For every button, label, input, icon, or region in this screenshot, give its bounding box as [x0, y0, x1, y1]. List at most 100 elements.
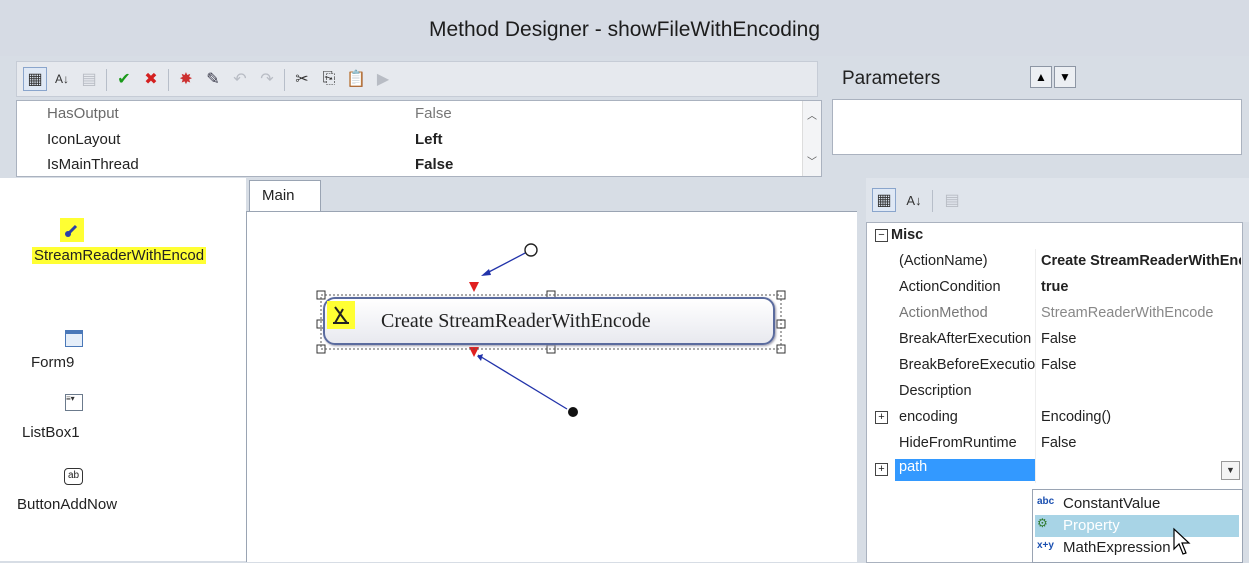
property-grid-toolbar: ▦ A↓ ▤ [866, 178, 1249, 222]
method-prop-row[interactable]: IconLayout Left [17, 131, 807, 153]
property-row[interactable]: + encoding Encoding() [867, 405, 1242, 431]
listbox-icon: ≡▾ [65, 394, 83, 411]
math-expression-icon: x+y [1037, 540, 1054, 551]
undo-icon[interactable]: ↶ [228, 67, 252, 91]
property-value[interactable]: False [1041, 357, 1241, 373]
property-value[interactable]: Encoding() [1041, 409, 1241, 425]
dropdown-item-label: Property [1063, 517, 1120, 534]
method-props-scrollbar[interactable]: ︿ ﹀ [802, 101, 821, 176]
prop-name: HasOutput [47, 105, 119, 122]
expand-icon[interactable]: + [875, 463, 888, 476]
abc-icon: abc [1037, 496, 1055, 507]
property-pages-icon[interactable]: ▤ [77, 67, 101, 91]
method-properties: HasOutput False IconLayout Left IsMainTh… [16, 100, 822, 177]
property-row[interactable]: Description [867, 379, 1242, 405]
window-title: Method Designer - showFileWithEncoding [0, 0, 1249, 56]
toolbox-item-streamreader[interactable]: StreamReaderWithEncod [32, 247, 207, 264]
toolbar-separator [284, 69, 285, 91]
categorized-icon[interactable]: ▦ [872, 188, 896, 212]
end-port-icon [568, 407, 578, 417]
action-node[interactable]: Create StreamReaderWithEncode [323, 297, 775, 345]
scroll-up-icon[interactable]: ︿ [807, 107, 817, 122]
prop-value: False [415, 156, 454, 173]
dropdown-item-mathexpression[interactable]: x+y MathExpression [1035, 537, 1239, 559]
property-value[interactable]: False [1041, 331, 1241, 347]
column-divider[interactable] [1035, 249, 1036, 483]
wand-icon[interactable]: ✎ [201, 67, 225, 91]
incoming-connector-line [484, 250, 530, 275]
property-name: BreakBeforeExecution [899, 357, 1035, 373]
toolbar-separator [106, 69, 107, 91]
sort-alpha-icon[interactable]: A↓ [50, 67, 74, 91]
method-prop-row[interactable]: IsMainThread False [17, 156, 807, 176]
copy-icon[interactable]: ⎘ [317, 67, 341, 91]
form-icon [65, 330, 83, 347]
property-row[interactable]: ActionMethod StreamReaderWithEncode [867, 301, 1242, 327]
property-name: BreakAfterExecution [899, 331, 1032, 347]
prop-value: False [415, 105, 452, 122]
property-row[interactable]: HideFromRuntime False [867, 431, 1242, 457]
expand-icon[interactable]: + [875, 411, 888, 424]
designer-canvas[interactable]: Create StreamReaderWithEncode [246, 211, 857, 562]
property-pages-icon[interactable]: ▤ [940, 188, 964, 212]
component-toolbox: StreamReaderWithEncod Form9 ≡▾ ListBox1 … [0, 178, 246, 561]
method-prop-row[interactable]: HasOutput False [17, 105, 807, 127]
toolbox-item-listbox1[interactable]: ListBox1 [22, 424, 80, 441]
action-icon [327, 301, 355, 329]
property-row[interactable]: BreakAfterExecution False [867, 327, 1242, 353]
scroll-down-icon[interactable]: ﹀ [807, 153, 817, 168]
property-name: HideFromRuntime [899, 435, 1017, 451]
categorized-icon[interactable]: ▦ [23, 67, 47, 91]
prop-name: IconLayout [47, 131, 121, 148]
toolbar-separator [168, 69, 169, 91]
designer-toolbar: ▦ A↓ ▤ ✔ ✖ ✸ ✎ ↶ ↷ ✂ ⎘ 📋 ▶ [16, 61, 818, 97]
property-row[interactable]: ActionCondition true [867, 275, 1242, 301]
dropdown-item-label: ConstantValue [1063, 495, 1161, 512]
property-value[interactable]: False [1041, 435, 1241, 451]
category-misc[interactable]: − Misc [867, 223, 1242, 249]
button-icon: ab [64, 468, 83, 485]
category-label: Misc [891, 227, 924, 243]
property-value[interactable]: StreamReaderWithEncode [1041, 305, 1241, 321]
dropdown-arrow-icon[interactable]: ▼ [1221, 461, 1240, 480]
value-type-dropdown: abc ConstantValue ⚙ Property x+y MathExp… [1032, 489, 1243, 563]
property-name: (ActionName) [899, 253, 988, 269]
paste-icon[interactable]: 📋 [344, 67, 368, 91]
property-icon: ⚙ [1037, 516, 1048, 530]
toolbox-item-buttonaddnow[interactable]: ButtonAddNow [17, 496, 117, 513]
highlight-icon[interactable]: ✸ [174, 67, 198, 91]
property-name: ActionCondition [899, 279, 1001, 295]
collapse-icon[interactable]: − [875, 229, 888, 242]
dropdown-item-label: MathExpression [1063, 539, 1171, 556]
sort-alpha-icon[interactable]: A↓ [902, 188, 926, 212]
redo-icon[interactable]: ↷ [255, 67, 279, 91]
pointer-icon [60, 218, 84, 242]
mouse-cursor-icon [1173, 527, 1191, 555]
dropdown-item-constantvalue[interactable]: abc ConstantValue [1035, 493, 1239, 515]
property-row[interactable]: + path ▼ [867, 457, 1242, 483]
cross-icon[interactable]: ✖ [139, 67, 163, 91]
parameters-list[interactable] [832, 99, 1242, 155]
property-name: ActionMethod [899, 305, 988, 321]
property-value[interactable]: true [1041, 279, 1241, 295]
property-row[interactable]: (ActionName) Create StreamReaderWithEncod… [867, 249, 1242, 275]
toolbox-item-form9[interactable]: Form9 [31, 354, 74, 371]
in-port-icon [469, 282, 479, 292]
dropdown-item-property[interactable]: ⚙ Property [1035, 515, 1239, 537]
property-row[interactable]: BreakBeforeExecution False [867, 353, 1242, 379]
move-up-icon[interactable]: ▲ [1030, 66, 1052, 88]
action-node-label: Create StreamReaderWithEncode [381, 310, 651, 332]
property-name: Description [899, 383, 972, 399]
start-port-icon [524, 243, 538, 257]
move-down-icon[interactable]: ▼ [1054, 66, 1076, 88]
prop-name: IsMainThread [47, 156, 139, 173]
property-name: encoding [899, 409, 958, 425]
cut-icon[interactable]: ✂ [290, 67, 314, 91]
run-icon[interactable]: ▶ [371, 67, 395, 91]
prop-value: Left [415, 131, 443, 148]
tab-main[interactable]: Main [249, 180, 321, 212]
outgoing-connector-line [477, 354, 568, 410]
flow-graph [316, 243, 786, 417]
check-icon[interactable]: ✔ [112, 67, 136, 91]
property-value[interactable]: Create StreamReaderWithEncode [1041, 253, 1241, 269]
